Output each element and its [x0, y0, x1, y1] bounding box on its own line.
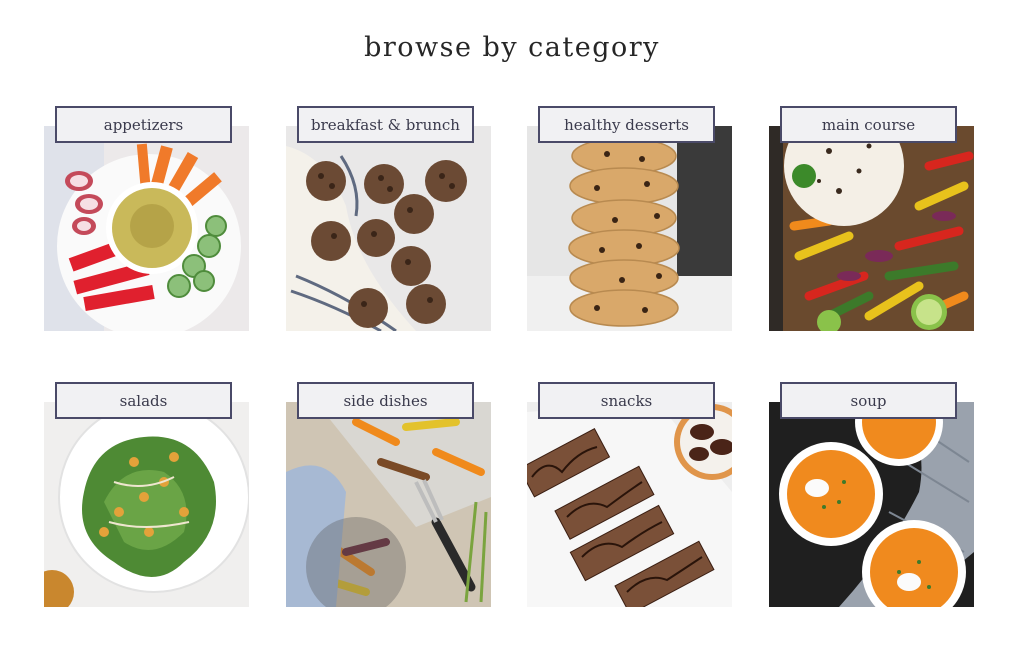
category-card-side-dishes[interactable]: side dishes — [286, 382, 491, 607]
category-card-salads[interactable]: salads — [44, 382, 249, 607]
category-image-main-course[interactable] — [769, 126, 974, 331]
category-label-breakfast-brunch[interactable]: breakfast & brunch — [297, 106, 474, 143]
category-label-snacks[interactable]: snacks — [538, 382, 715, 419]
category-image-appetizers[interactable] — [44, 126, 249, 331]
category-card-snacks[interactable]: snacks — [527, 382, 732, 607]
category-card-healthy-desserts[interactable]: healthy desserts — [527, 106, 732, 331]
category-image-side-dishes[interactable] — [286, 402, 491, 607]
category-image-snacks[interactable] — [527, 402, 732, 607]
page-title: browse by category — [364, 32, 660, 63]
category-label-main-course[interactable]: main course — [780, 106, 957, 143]
category-label-soup[interactable]: soup — [780, 382, 957, 419]
category-image-soup[interactable] — [769, 402, 974, 607]
category-label-salads[interactable]: salads — [55, 382, 232, 419]
category-card-main-course[interactable]: main course — [769, 106, 974, 331]
category-card-breakfast-brunch[interactable]: breakfast & brunch — [286, 106, 491, 331]
category-image-breakfast-brunch[interactable] — [286, 126, 491, 331]
category-label-side-dishes[interactable]: side dishes — [297, 382, 474, 419]
category-image-salads[interactable] — [44, 402, 249, 607]
category-label-appetizers[interactable]: appetizers — [55, 106, 232, 143]
category-card-appetizers[interactable]: appetizers — [44, 106, 249, 331]
category-image-healthy-desserts[interactable] — [527, 126, 732, 331]
category-label-healthy-desserts[interactable]: healthy desserts — [538, 106, 715, 143]
category-card-soup[interactable]: soup — [769, 382, 974, 607]
